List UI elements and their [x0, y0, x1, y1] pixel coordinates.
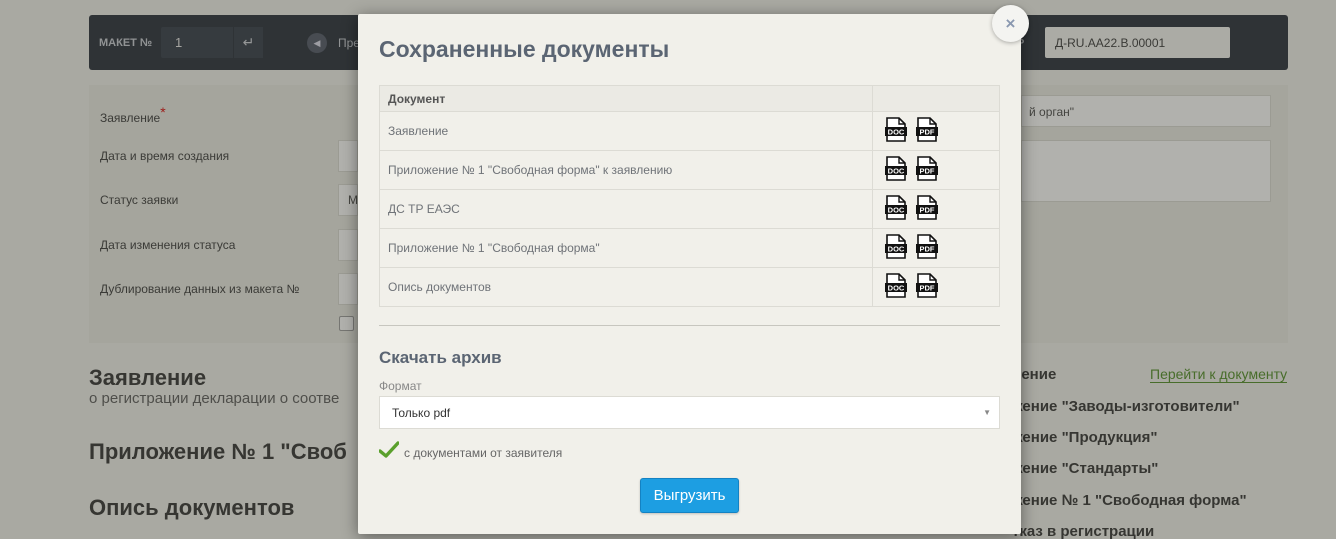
pdf-file-icon[interactable]: PDF [916, 117, 938, 145]
svg-text:PDF: PDF [920, 245, 935, 254]
download-actions: DOC PDF [872, 228, 1000, 268]
svg-text:PDF: PDF [920, 128, 935, 137]
table-row: Опись документов DOC PDF [379, 267, 1000, 307]
document-name: Приложение № 1 "Свободная форма" [379, 228, 873, 268]
checkmark-icon[interactable] [378, 441, 400, 464]
doc-file-icon[interactable]: DOC [885, 156, 907, 184]
svg-text:PDF: PDF [920, 167, 935, 176]
svg-text:PDF: PDF [920, 206, 935, 215]
doc-file-icon[interactable]: DOC [885, 273, 907, 301]
svg-text:PDF: PDF [920, 284, 935, 293]
download-actions: DOC PDF [872, 267, 1000, 307]
format-label: Формат [379, 379, 422, 393]
doc-file-icon[interactable]: DOC [885, 195, 907, 223]
close-icon[interactable]: × [992, 5, 1029, 42]
saved-documents-modal: Сохраненные документы Документ Заявление… [358, 14, 1021, 534]
format-select[interactable]: Только pdf ▼ [379, 396, 1000, 429]
download-actions: DOC PDF [872, 189, 1000, 229]
modal-title: Сохраненные документы [379, 36, 670, 62]
with-applicant-docs-label[interactable]: с документами от заявителя [404, 446, 562, 460]
column-header-actions [872, 85, 1000, 112]
table-row: Заявление DOC PDF [379, 111, 1000, 151]
svg-text:DOC: DOC [888, 245, 905, 254]
download-archive-title: Скачать архив [379, 348, 502, 367]
table-header-row: Документ [379, 85, 1000, 112]
documents-table: Документ Заявление DOC PDF Приложение № 1 "… [379, 85, 1000, 307]
divider [379, 325, 1000, 326]
document-name: Заявление [379, 111, 873, 151]
svg-text:DOC: DOC [888, 206, 905, 215]
column-header-document: Документ [379, 85, 873, 112]
pdf-file-icon[interactable]: PDF [916, 195, 938, 223]
svg-text:DOC: DOC [888, 167, 905, 176]
pdf-file-icon[interactable]: PDF [916, 273, 938, 301]
table-row: Приложение № 1 "Свободная форма" к заявл… [379, 150, 1000, 190]
document-name: Приложение № 1 "Свободная форма" к заявл… [379, 150, 873, 190]
svg-text:DOC: DOC [888, 128, 905, 137]
document-name: ДС ТР ЕАЭС [379, 189, 873, 229]
pdf-file-icon[interactable]: PDF [916, 156, 938, 184]
doc-file-icon[interactable]: DOC [885, 234, 907, 262]
pdf-file-icon[interactable]: PDF [916, 234, 938, 262]
svg-text:DOC: DOC [888, 284, 905, 293]
doc-file-icon[interactable]: DOC [885, 117, 907, 145]
chevron-down-icon: ▼ [983, 408, 991, 417]
table-row: ДС ТР ЕАЭС DOC PDF [379, 189, 1000, 229]
download-actions: DOC PDF [872, 111, 1000, 151]
document-name: Опись документов [379, 267, 873, 307]
table-row: Приложение № 1 "Свободная форма" DOC PDF [379, 228, 1000, 268]
format-select-value: Только pdf [392, 406, 451, 420]
download-actions: DOC PDF [872, 150, 1000, 190]
export-button[interactable]: Выгрузить [640, 478, 739, 513]
